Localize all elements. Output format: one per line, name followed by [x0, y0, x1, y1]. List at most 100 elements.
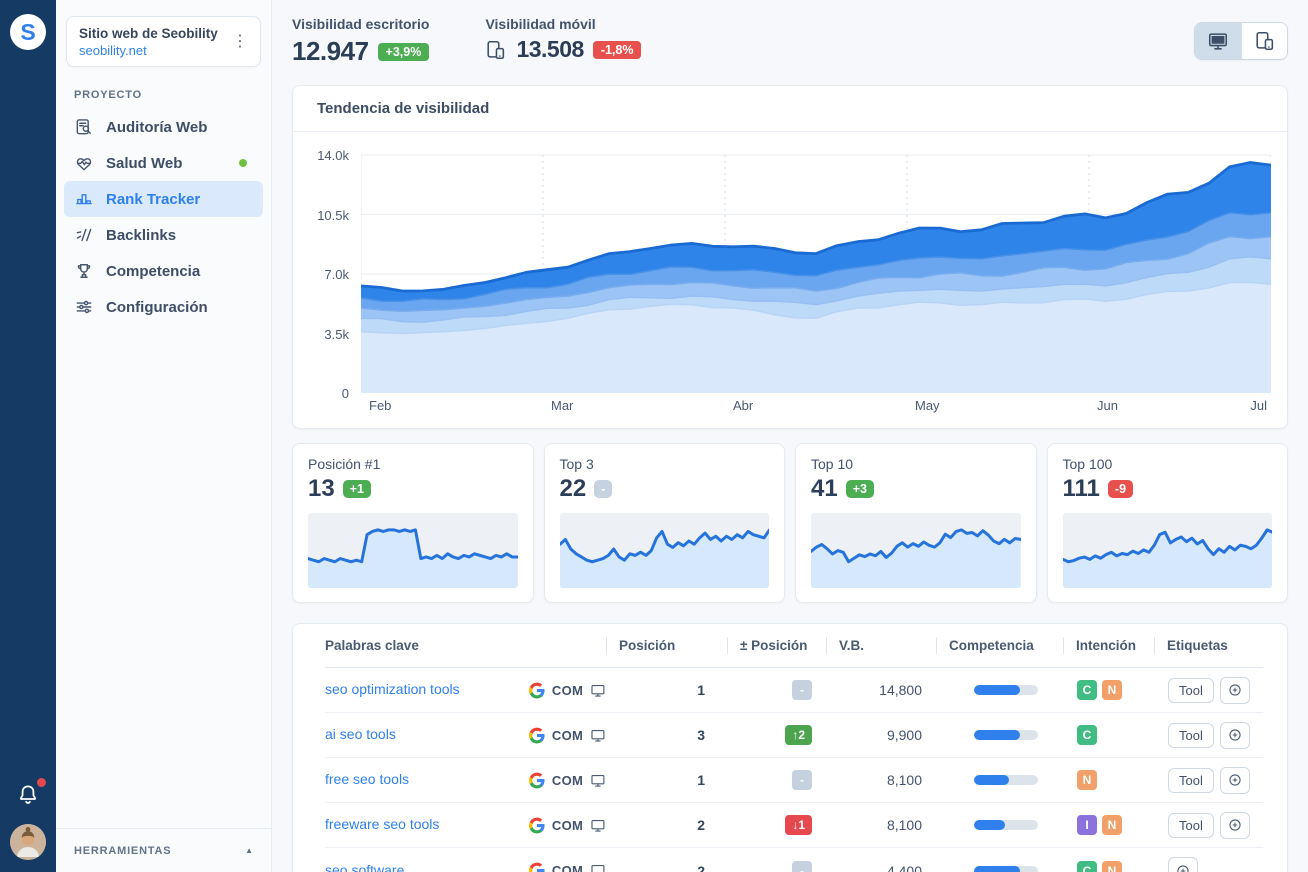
seobility-logo[interactable]: S: [10, 14, 46, 50]
keyword-row: ai seo toolsCOM3↑29,900CTool: [325, 713, 1263, 758]
sidebar-item-competencia[interactable]: Competencia: [64, 253, 263, 289]
x-axis-tick: May: [915, 398, 940, 413]
sidebar-item-auditor-a-web[interactable]: Auditoría Web: [64, 109, 263, 145]
stat-card-value: 111: [1063, 475, 1100, 503]
tags-cell: Tool: [1154, 677, 1265, 704]
search-volume-value: 4,400: [826, 863, 936, 872]
keyword-row: seo softwareCOM2-4,400CN: [325, 848, 1263, 872]
search-engine-cell: COM: [521, 682, 606, 699]
sparkline: [1063, 513, 1273, 588]
column-header-etiquetas[interactable]: Etiquetas: [1154, 637, 1265, 654]
x-axis-tick: Mar: [551, 398, 573, 413]
competition-cell: [936, 866, 1063, 872]
tools-section-toggle[interactable]: HERRAMIENTAS ▲: [56, 828, 271, 872]
sidebar-item-label: Rank Tracker: [106, 191, 200, 208]
tag-button-tool[interactable]: Tool: [1168, 813, 1214, 838]
keyword-row: seo optimization toolsCOM1-14,800CNTool: [325, 668, 1263, 713]
search-volume-value: 9,900: [826, 727, 936, 743]
tag-button-tool[interactable]: Tool: [1168, 723, 1214, 748]
stat-card-change-badge: -: [594, 480, 612, 498]
search-volume-value: 14,800: [826, 682, 936, 698]
position-change-badge: -: [792, 770, 812, 790]
audit-icon: [74, 117, 94, 137]
intent-cell: C: [1063, 725, 1154, 745]
google-icon: [529, 862, 545, 872]
add-tag-button[interactable]: [1220, 767, 1250, 794]
keyword-link[interactable]: free seo tools: [325, 771, 409, 787]
user-avatar[interactable]: [10, 824, 46, 860]
stat-card-label: Top 10: [811, 456, 1021, 472]
add-tag-button[interactable]: [1168, 857, 1198, 872]
column-header-posici-n[interactable]: Posición: [606, 637, 727, 654]
tag-button-tool[interactable]: Tool: [1168, 768, 1214, 793]
visibility-header: Visibilidad escritorio 12.947 +3,9% Visi…: [292, 16, 1288, 67]
sparkline: [308, 513, 518, 588]
column-header-palabras-clave[interactable]: Palabras clave: [325, 637, 606, 654]
intent-cell: IN: [1063, 815, 1154, 835]
visibility-trend-panel: Tendencia de visibilidad 14.0k10.5k7.0k3…: [292, 85, 1288, 429]
competition-bar: [974, 820, 1038, 830]
x-axis-tick: Feb: [369, 398, 391, 413]
trend-chart: FebMarAbrMayJunJul: [361, 148, 1271, 418]
sliders-icon: [74, 297, 94, 317]
column-header-v-b-[interactable]: V.B.: [826, 637, 936, 654]
add-tag-button[interactable]: [1220, 812, 1250, 839]
column-header--posici-n[interactable]: ± Posición: [727, 637, 826, 654]
keyword-link[interactable]: ai seo tools: [325, 726, 396, 742]
y-axis-tick: 10.5k: [317, 208, 349, 223]
desktop-icon: [590, 772, 606, 789]
stat-card-label: Top 100: [1063, 456, 1273, 472]
stat-card-top-3: Top 322-: [544, 443, 786, 603]
intent-badge-n: N: [1077, 770, 1097, 790]
desktop-visibility-change-badge: +3,9%: [378, 43, 430, 61]
intent-badge-c: C: [1077, 680, 1097, 700]
keyword-link[interactable]: seo optimization tools: [325, 681, 460, 697]
keyword-link[interactable]: freeware seo tools: [325, 816, 439, 832]
circle-plus-icon: [1227, 727, 1243, 743]
tags-cell: Tool: [1154, 767, 1265, 794]
kebab-menu-icon[interactable]: ⋮: [230, 34, 250, 50]
google-icon: [529, 817, 545, 834]
intent-badge-c: C: [1077, 861, 1097, 872]
notifications-bell-icon[interactable]: [15, 782, 41, 808]
notification-dot: [37, 778, 46, 787]
sidebar-item-salud-web[interactable]: Salud Web: [64, 145, 263, 181]
add-tag-button[interactable]: [1220, 677, 1250, 704]
competition-bar: [974, 775, 1038, 785]
engine-tld: COM: [552, 683, 583, 698]
stat-card-value: 22: [560, 475, 587, 503]
add-tag-button[interactable]: [1220, 722, 1250, 749]
tag-button-tool[interactable]: Tool: [1168, 678, 1214, 703]
mobile-visibility-value: 13.508: [516, 36, 583, 63]
keyword-link[interactable]: seo software: [325, 862, 404, 872]
project-switcher-card[interactable]: Sitio web de Seobility seobility.net ⋮: [66, 16, 261, 67]
google-icon: [529, 727, 545, 744]
engine-tld: COM: [552, 818, 583, 833]
search-volume-value: 8,100: [826, 772, 936, 788]
app-rail: S: [0, 0, 56, 872]
position-change-badge: ↑2: [785, 725, 812, 745]
backlinks-icon: [74, 225, 94, 245]
sidebar-item-configuraci-n[interactable]: Configuración: [64, 289, 263, 325]
desktop-icon: [590, 727, 606, 744]
collapse-caret-icon: ▲: [245, 846, 253, 855]
desktop-toggle-button[interactable]: [1195, 23, 1241, 59]
keyword-row: freeware seo toolsCOM2↓18,100INTool: [325, 803, 1263, 848]
column-header-competencia[interactable]: Competencia: [936, 637, 1063, 654]
engine-tld: COM: [552, 773, 583, 788]
stat-card-change-badge: +3: [846, 480, 874, 498]
device-toggle: [1194, 22, 1288, 60]
column-header-intenci-n[interactable]: Intención: [1063, 637, 1154, 654]
sidebar-item-rank-tracker[interactable]: Rank Tracker: [64, 181, 263, 217]
search-engine-cell: COM: [521, 817, 606, 834]
mobile-visibility-change-badge: -1,8%: [593, 41, 642, 59]
competition-bar-fill: [974, 685, 1020, 695]
sidebar-item-backlinks[interactable]: Backlinks: [64, 217, 263, 253]
rank-icon: [74, 189, 94, 209]
sidebar-item-label: Auditoría Web: [106, 119, 207, 136]
mobile-toggle-button[interactable]: [1241, 23, 1287, 59]
desktop-icon: [1207, 30, 1229, 52]
mobile-tablet-icon: [485, 39, 507, 61]
mobile-visibility-label: Visibilidad móvil: [485, 16, 641, 32]
intent-badge-n: N: [1102, 680, 1122, 700]
